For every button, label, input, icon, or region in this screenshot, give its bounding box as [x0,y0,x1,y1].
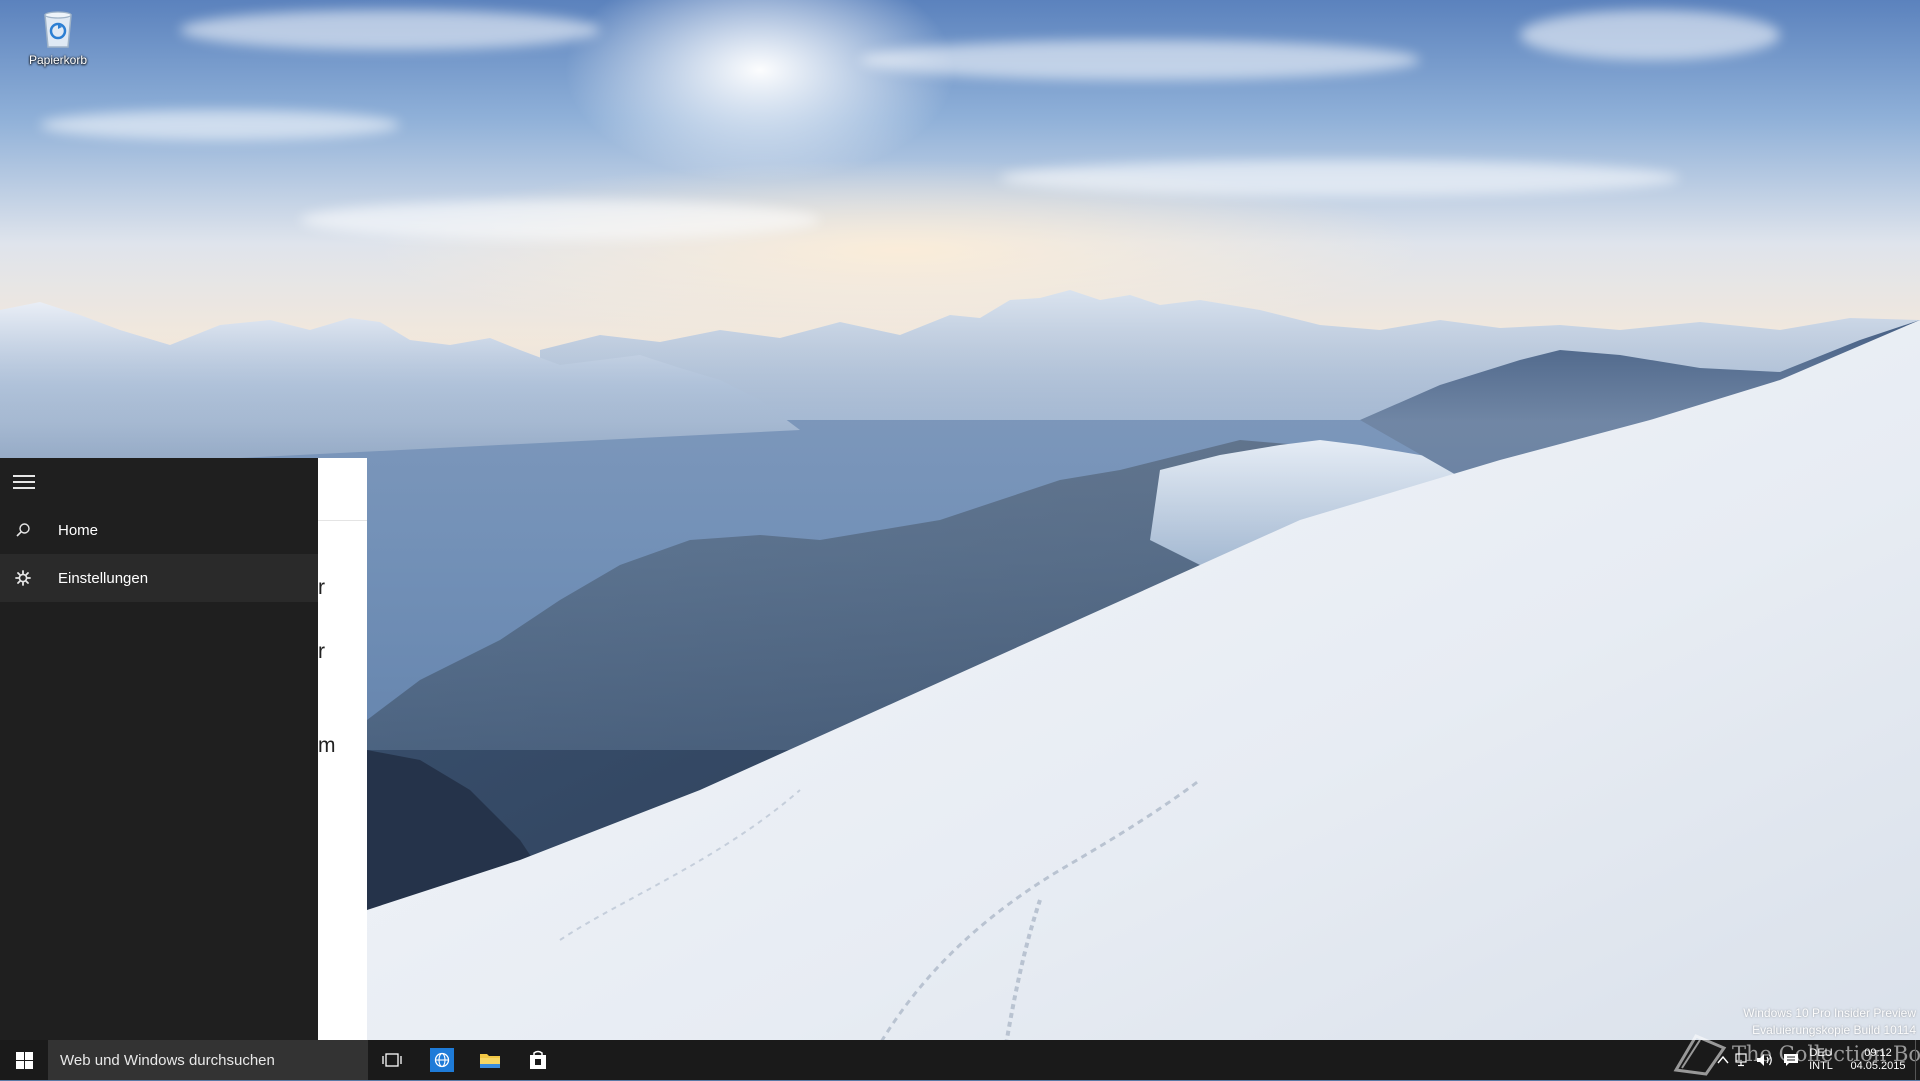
recycle-bin-icon [36,6,80,50]
clipped-text: r [318,576,325,599]
hamburger-icon[interactable] [13,475,35,491]
start-menu-item-label: Einstellungen [58,569,149,587]
start-button[interactable] [0,1040,48,1080]
taskbar-search-box[interactable]: Web und Windows durchsuchen [48,1040,368,1080]
taskbar-app-edge[interactable] [422,1040,462,1080]
taskbar-app-file-explorer[interactable] [470,1040,510,1080]
notification-icon[interactable] [1782,1052,1800,1068]
clock[interactable]: 09:12 04.05.2015 [1842,1047,1914,1073]
volume-icon[interactable] [1756,1052,1774,1068]
recycle-bin-shortcut[interactable]: Papierkorb [20,6,96,67]
clock-date: 04.05.2015 [1850,1060,1906,1072]
network-icon[interactable] [1734,1052,1752,1068]
language-bottom: INTL [1809,1060,1833,1072]
store-icon [530,1050,546,1069]
clock-time: 09:12 [1864,1047,1892,1059]
start-menu-item-label: Home [58,521,99,539]
divider [318,520,367,521]
taskbar-app-store[interactable] [518,1040,558,1080]
folder-icon [480,1054,500,1068]
start-menu-item-home[interactable]: Home [0,506,318,554]
language-top: DEU [1809,1047,1833,1059]
windows-logo-icon [15,1051,33,1069]
task-view-icon [382,1053,402,1067]
start-menu-panel: Home Einstellungen [0,458,318,1040]
edge-browser-icon [430,1048,454,1072]
language-indicator[interactable]: DEU INTL [1806,1047,1836,1073]
task-view-button[interactable] [372,1040,412,1080]
start-menu-item-settings[interactable]: Einstellungen [0,554,318,602]
clipped-text: m [318,734,336,757]
gear-icon [0,570,46,586]
search-placeholder: Web und Windows durchsuchen [60,1051,275,1069]
build-line-1: Windows 10 Pro Insider Preview [1743,1006,1916,1020]
start-menu-content-area: r r m [318,458,367,1040]
show-desktop-button[interactable] [1915,1040,1920,1080]
recycle-bin-label: Papierkorb [28,53,88,67]
clipped-text: r [318,640,325,663]
search-icon [0,522,46,538]
up-arrow-icon[interactable] [1714,1052,1732,1068]
taskbar: Web und Windows durchsuchen The Collecti… [0,1034,1920,1080]
